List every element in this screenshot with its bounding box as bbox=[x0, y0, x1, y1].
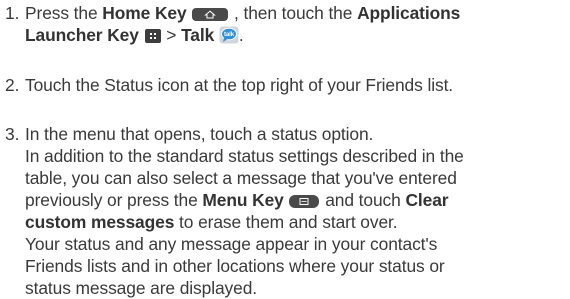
custom-messages-label: custom messages bbox=[25, 212, 175, 232]
step-number: 1. bbox=[5, 3, 20, 23]
step-3-line-clear: custom messages to erase them and start … bbox=[25, 212, 398, 232]
step-3-line: table, you can also select a message tha… bbox=[25, 168, 457, 188]
step-number: 2. bbox=[5, 75, 20, 95]
step-3-line: Friends lists and in other locations whe… bbox=[25, 256, 445, 276]
step-text: Touch the Status icon at the top right o… bbox=[25, 74, 570, 96]
talk-app-icon: talk bbox=[219, 26, 239, 44]
step-2-line-1: Touch the Status icon at the top right o… bbox=[25, 75, 454, 95]
applications-label: Applications bbox=[357, 3, 461, 23]
step-3-line: Your status and any message appear in yo… bbox=[25, 234, 438, 254]
home-key-label: Home Key bbox=[102, 3, 187, 23]
talk-label: Talk bbox=[181, 25, 215, 45]
step-1-line-2: Launcher Key > Talk talk. bbox=[25, 25, 244, 45]
clear-label: Clear bbox=[405, 190, 449, 210]
step-number: 3. bbox=[5, 124, 20, 144]
step-3-line: status message are displayed. bbox=[25, 278, 258, 298]
applications-launcher-key-label: Launcher Key bbox=[25, 25, 139, 45]
step-3-line: In the menu that opens, touch a status o… bbox=[25, 124, 374, 144]
step-3-line: In addition to the standard status setti… bbox=[25, 146, 464, 166]
menu-key-label: Menu Key bbox=[202, 190, 284, 210]
step-1-line-1: Press the Home Key , then touch the Appl… bbox=[25, 3, 461, 23]
step-text: In the menu that opens, touch a status o… bbox=[25, 123, 570, 299]
menu-key-icon bbox=[289, 195, 320, 208]
step-3-line-menu: previously or press the Menu Key and tou… bbox=[25, 190, 449, 210]
step-text: Press the Home Key , then touch the Appl… bbox=[25, 2, 570, 46]
svg-text:talk: talk bbox=[224, 32, 235, 38]
applications-launcher-key-icon bbox=[144, 29, 161, 43]
home-key-icon bbox=[192, 8, 229, 21]
